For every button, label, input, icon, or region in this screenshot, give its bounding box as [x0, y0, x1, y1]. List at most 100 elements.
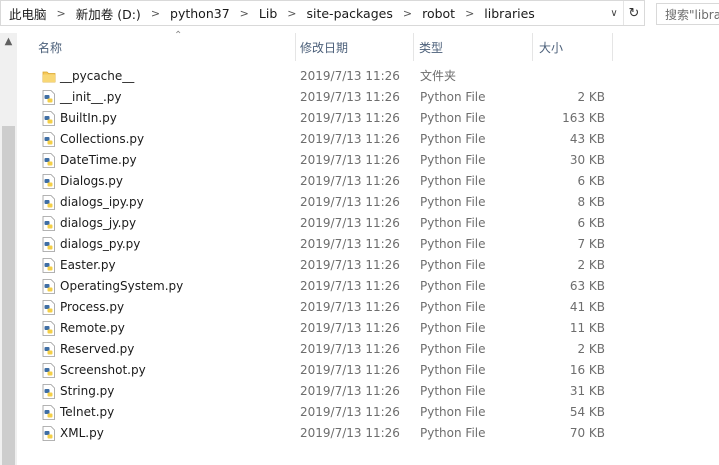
- python-file-icon: [42, 174, 55, 189]
- python-file-icon: [42, 111, 55, 126]
- chevron-right-icon[interactable]: >: [403, 7, 412, 20]
- file-date: 2019/7/13 11:26: [300, 216, 400, 230]
- column-header-date-label: 修改日期: [300, 40, 349, 55]
- breadcrumb: 此电脑 > 新加卷 (D:) > python37 > Lib > site-p…: [1, 4, 605, 23]
- column-header-name-label: 名称: [38, 40, 63, 55]
- column-header-type-label: 类型: [419, 40, 444, 55]
- breadcrumb-drive-d[interactable]: 新加卷 (D:): [76, 4, 141, 23]
- column-divider[interactable]: [295, 33, 296, 61]
- address-history-dropdown[interactable]: ∨: [605, 8, 623, 19]
- file-name: String.py: [60, 384, 115, 398]
- list-item[interactable]: dialogs_jy.py 2019/7/13 11:26 Python Fil…: [17, 213, 627, 234]
- list-item[interactable]: __init__.py 2019/7/13 11:26 Python File …: [17, 87, 627, 108]
- file-type: Python File: [420, 132, 486, 146]
- list-item[interactable]: dialogs_ipy.py 2019/7/13 11:26 Python Fi…: [17, 192, 627, 213]
- breadcrumb-libraries[interactable]: libraries: [484, 6, 535, 21]
- python-file-icon: [42, 405, 55, 420]
- list-item[interactable]: dialogs_py.py 2019/7/13 11:26 Python Fil…: [17, 234, 627, 255]
- python-file-icon: [42, 153, 55, 168]
- scrollbar-thumb[interactable]: [2, 126, 15, 465]
- list-item[interactable]: Collections.py 2019/7/13 11:26 Python Fi…: [17, 129, 627, 150]
- scroll-up-arrow-icon[interactable]: ▲: [0, 33, 17, 50]
- vertical-scrollbar[interactable]: ▲: [0, 33, 17, 465]
- file-name: Dialogs.py: [60, 174, 124, 188]
- file-name: Easter.py: [60, 258, 116, 272]
- python-file-icon: [42, 279, 55, 294]
- python-file-icon: [42, 363, 55, 378]
- column-header-name[interactable]: 名称: [38, 33, 293, 61]
- file-name: XML.py: [60, 426, 104, 440]
- breadcrumb-this-pc[interactable]: 此电脑: [9, 4, 47, 23]
- list-item[interactable]: String.py 2019/7/13 11:26 Python File 31…: [17, 381, 627, 402]
- file-size: 6 KB: [577, 216, 605, 230]
- file-type: Python File: [420, 216, 486, 230]
- folder-icon: [42, 71, 56, 83]
- list-item[interactable]: DateTime.py 2019/7/13 11:26 Python File …: [17, 150, 627, 171]
- file-name: Process.py: [60, 300, 125, 314]
- file-name: dialogs_jy.py: [60, 216, 137, 230]
- file-name: dialogs_py.py: [60, 237, 141, 251]
- file-size: 70 KB: [569, 426, 605, 440]
- list-item[interactable]: Easter.py 2019/7/13 11:26 Python File 2 …: [17, 255, 627, 276]
- file-type: Python File: [420, 195, 486, 209]
- column-divider[interactable]: [612, 33, 613, 61]
- file-date: 2019/7/13 11:26: [300, 405, 400, 419]
- file-name: Reserved.py: [60, 342, 135, 356]
- file-name: __pycache__: [60, 69, 135, 83]
- column-divider[interactable]: [413, 33, 414, 61]
- chevron-right-icon[interactable]: >: [57, 7, 66, 20]
- file-date: 2019/7/13 11:26: [300, 153, 400, 167]
- file-type: Python File: [420, 363, 486, 377]
- file-size: [537, 66, 605, 87]
- file-type: Python File: [420, 174, 486, 188]
- file-size: 2 KB: [577, 90, 605, 104]
- refresh-button[interactable]: ↻: [623, 1, 644, 25]
- file-size: 16 KB: [569, 363, 605, 377]
- file-name: dialogs_ipy.py: [60, 195, 144, 209]
- column-header-date[interactable]: 修改日期: [300, 33, 410, 61]
- list-item[interactable]: Remote.py 2019/7/13 11:26 Python File 11…: [17, 318, 627, 339]
- list-item[interactable]: Reserved.py 2019/7/13 11:26 Python File …: [17, 339, 627, 360]
- chevron-right-icon[interactable]: >: [240, 7, 249, 20]
- list-item[interactable]: Dialogs.py 2019/7/13 11:26 Python File 6…: [17, 171, 627, 192]
- python-file-icon: [42, 300, 55, 315]
- list-item[interactable]: OperatingSystem.py 2019/7/13 11:26 Pytho…: [17, 276, 627, 297]
- breadcrumb-robot[interactable]: robot: [422, 6, 455, 21]
- python-file-icon: [42, 90, 55, 105]
- file-size: 43 KB: [569, 132, 605, 146]
- column-divider[interactable]: [532, 33, 533, 61]
- chevron-right-icon[interactable]: >: [287, 7, 296, 20]
- file-date: 2019/7/13 11:26: [300, 258, 400, 272]
- file-size: 41 KB: [569, 300, 605, 314]
- file-type: Python File: [420, 384, 486, 398]
- file-type: Python File: [420, 153, 486, 167]
- file-date: 2019/7/13 11:26: [300, 111, 400, 125]
- list-item[interactable]: Telnet.py 2019/7/13 11:26 Python File 54…: [17, 402, 627, 423]
- file-date: 2019/7/13 11:26: [300, 342, 400, 356]
- file-size: 2 KB: [577, 258, 605, 272]
- address-bar[interactable]: 此电脑 > 新加卷 (D:) > python37 > Lib > site-p…: [0, 0, 645, 26]
- file-date: 2019/7/13 11:26: [300, 195, 400, 209]
- file-type: Python File: [420, 300, 486, 314]
- python-file-icon: [42, 321, 55, 336]
- chevron-right-icon[interactable]: >: [465, 7, 474, 20]
- list-item[interactable]: XML.py 2019/7/13 11:26 Python File 70 KB: [17, 423, 627, 444]
- search-input[interactable]: 搜索"libraries": [656, 3, 719, 25]
- file-name: Collections.py: [60, 132, 145, 146]
- file-type: Python File: [420, 111, 486, 125]
- chevron-right-icon[interactable]: >: [151, 7, 160, 20]
- column-header-type[interactable]: 类型: [419, 33, 529, 61]
- refresh-icon: ↻: [628, 5, 640, 21]
- list-item[interactable]: Process.py 2019/7/13 11:26 Python File 4…: [17, 297, 627, 318]
- breadcrumb-lib[interactable]: Lib: [259, 6, 277, 21]
- breadcrumb-python37[interactable]: python37: [170, 6, 230, 21]
- file-size: 7 KB: [577, 237, 605, 251]
- file-date: 2019/7/13 11:26: [300, 384, 400, 398]
- list-item[interactable]: __pycache__ 2019/7/13 11:26 文件夹: [17, 66, 627, 87]
- list-item[interactable]: Screenshot.py 2019/7/13 11:26 Python Fil…: [17, 360, 627, 381]
- column-header-size[interactable]: 大小: [539, 33, 609, 61]
- list-item[interactable]: BuiltIn.py 2019/7/13 11:26 Python File 1…: [17, 108, 627, 129]
- file-date: 2019/7/13 11:26: [300, 174, 400, 188]
- breadcrumb-site-packages[interactable]: site-packages: [306, 6, 392, 21]
- file-date: 2019/7/13 11:26: [300, 321, 400, 335]
